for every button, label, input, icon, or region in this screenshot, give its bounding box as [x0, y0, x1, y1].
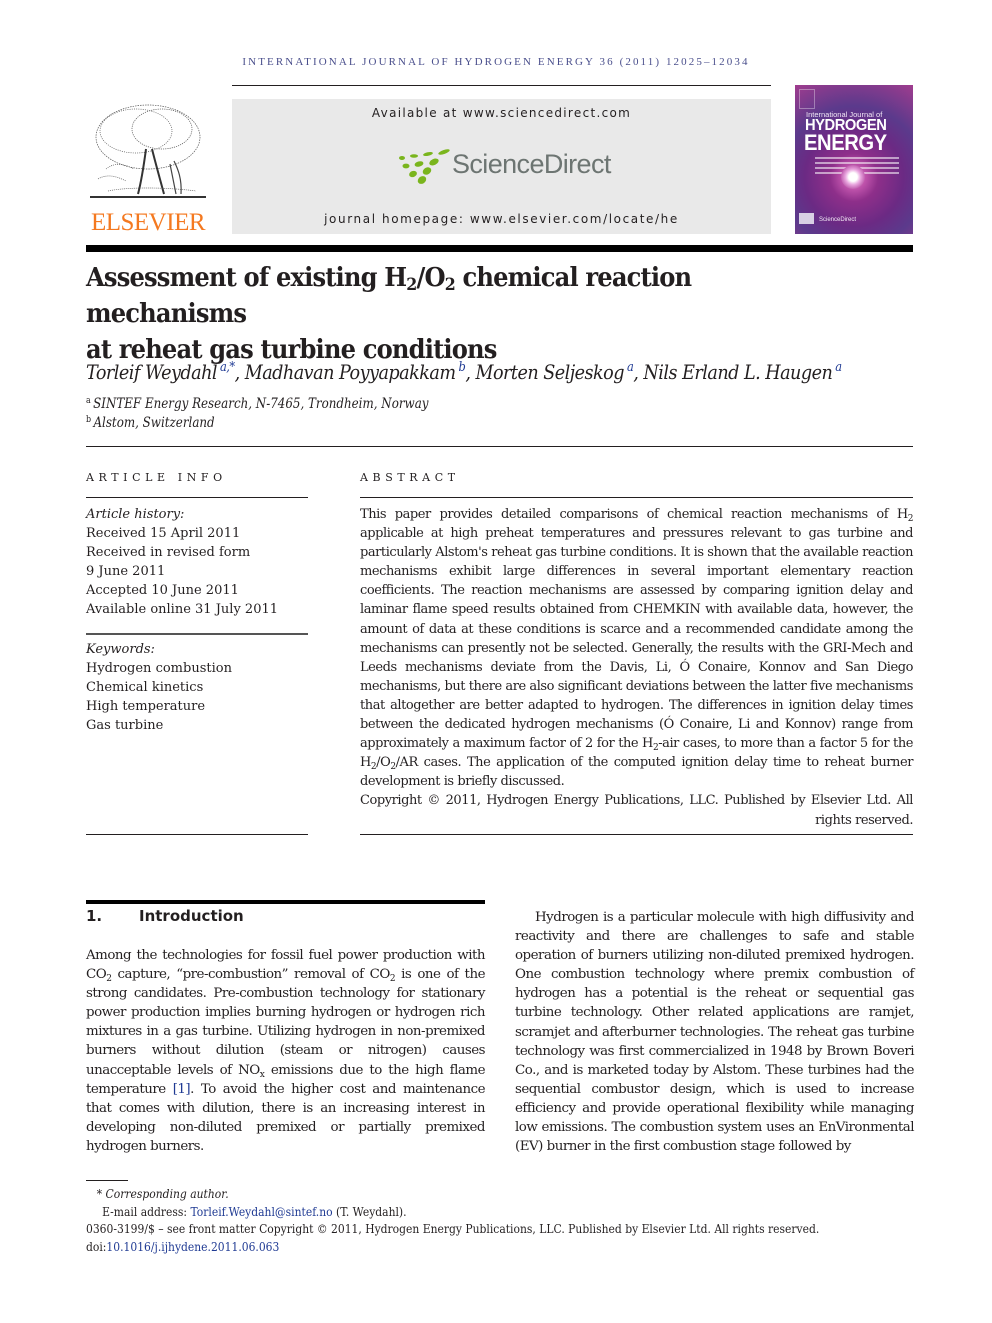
sciencedirect-banner: Available at www.sciencedirect.com Scien… — [232, 99, 771, 234]
article-history-label: Article history: — [86, 507, 185, 522]
keyword: High temperature — [86, 699, 206, 715]
article-title: Assessment of existing H2/O2 chemical re… — [86, 263, 692, 365]
corresponding-author-note: Corresponding author. — [105, 1186, 229, 1201]
cover-sciencedirect-text: ScienceDirect — [819, 217, 857, 223]
author-name[interactable]: Torleif Weydahl — [86, 360, 218, 384]
section-number: 1. — [86, 907, 103, 925]
keywords: Keywords: Hydrogen combustion Chemical k… — [86, 640, 316, 735]
footnotes: * Corresponding author. E-mail address: … — [86, 1186, 820, 1254]
footnote-marker: * — [96, 1186, 103, 1201]
author-email-link[interactable]: Torleif.Weydahl@sintef.no — [190, 1204, 332, 1219]
journal-cover[interactable]: International Journal of HYDROGEN ENERGY… — [795, 85, 913, 234]
section-title: Introduction — [139, 907, 244, 925]
history-item: 9 June 2011 — [86, 564, 166, 580]
section-heading-introduction: 1. Introduction — [86, 907, 244, 925]
abstract-text: This paper provides detailed comparisons… — [360, 505, 913, 830]
sciencedirect-logo[interactable]: ScienceDirect — [397, 147, 617, 187]
cover-elsevier-icon — [799, 89, 815, 109]
article-info-divider — [86, 497, 308, 498]
header-top-rule — [232, 85, 771, 86]
author-affiliation-marker[interactable]: a — [627, 360, 634, 375]
article-info-heading: ARTICLE INFO — [86, 471, 227, 484]
author-affiliation-marker[interactable]: a — [835, 360, 842, 375]
intro-right-column: Hydrogen is a particular molecule with h… — [515, 910, 915, 1155]
sciencedirect-dots-icon — [399, 149, 450, 184]
abstract-heading: ABSTRACT — [360, 471, 460, 484]
keywords-divider — [86, 633, 308, 635]
affiliation: a SINTEF Energy Research, N-7465, Trondh… — [86, 396, 429, 412]
abstract-copyright: Copyright © 2011, Hydrogen Energy Public… — [360, 793, 913, 828]
keywords-label: Keywords: — [86, 642, 155, 657]
affiliation-divider — [86, 446, 913, 447]
running-head: INTERNATIONAL JOURNAL OF HYDROGEN ENERGY… — [242, 56, 750, 68]
history-item: Accepted 10 June 2011 — [86, 583, 239, 599]
front-matter-copyright: 0360-3199/$ – see front matter Copyright… — [86, 1221, 820, 1236]
article-history: Article history: Received 15 April 2011 … — [86, 505, 316, 620]
header-bottom-rule — [86, 245, 913, 252]
citation-link[interactable]: [1] — [173, 1082, 191, 1097]
cover-orb-graphic — [841, 165, 865, 189]
abstract-divider — [360, 497, 913, 498]
elsevier-wordmark: ELSEVIER — [90, 209, 206, 236]
elsevier-tree-icon — [90, 104, 206, 198]
keyword: Hydrogen combustion — [86, 661, 232, 677]
intro-left-column: Among the technologies for fossil fuel p… — [86, 948, 486, 1154]
journal-homepage-link[interactable]: journal homepage: www.elsevier.com/locat… — [232, 212, 771, 226]
history-item: Received 15 April 2011 — [86, 526, 241, 542]
section-rule — [86, 900, 485, 904]
cover-hi-logo-icon — [799, 213, 814, 224]
history-item: Received in revised form — [86, 545, 251, 561]
doi-link[interactable]: 10.1016/j.ijhydene.2011.06.063 — [106, 1239, 279, 1254]
author-affiliation-marker[interactable]: b — [459, 360, 466, 375]
author-affiliation-marker[interactable]: a,* — [220, 360, 235, 375]
author-name[interactable]: Morten Seljeskog — [475, 360, 624, 384]
abstract-bottom-rule — [360, 834, 913, 835]
author-name[interactable]: Nils Erland L. Haugen — [643, 360, 832, 384]
history-item: Available online 31 July 2011 — [86, 602, 279, 618]
affiliation: b Alstom, Switzerland — [86, 415, 215, 431]
available-at-link[interactable]: Available at www.sciencedirect.com — [232, 106, 771, 120]
keyword: Gas turbine — [86, 718, 164, 734]
footnote-rule — [86, 1180, 128, 1181]
article-info-bottom-rule — [86, 834, 308, 835]
sciencedirect-wordmark: ScienceDirect — [452, 149, 611, 179]
author-list: Torleif Weydahl a,*, Madhavan Poyyapakka… — [86, 360, 842, 384]
keyword: Chemical kinetics — [86, 680, 204, 696]
cover-title-energy: ENERGY — [804, 130, 887, 155]
author-name[interactable]: Madhavan Poyyapakkam — [245, 360, 456, 384]
elsevier-logo[interactable]: ELSEVIER — [86, 99, 210, 237]
